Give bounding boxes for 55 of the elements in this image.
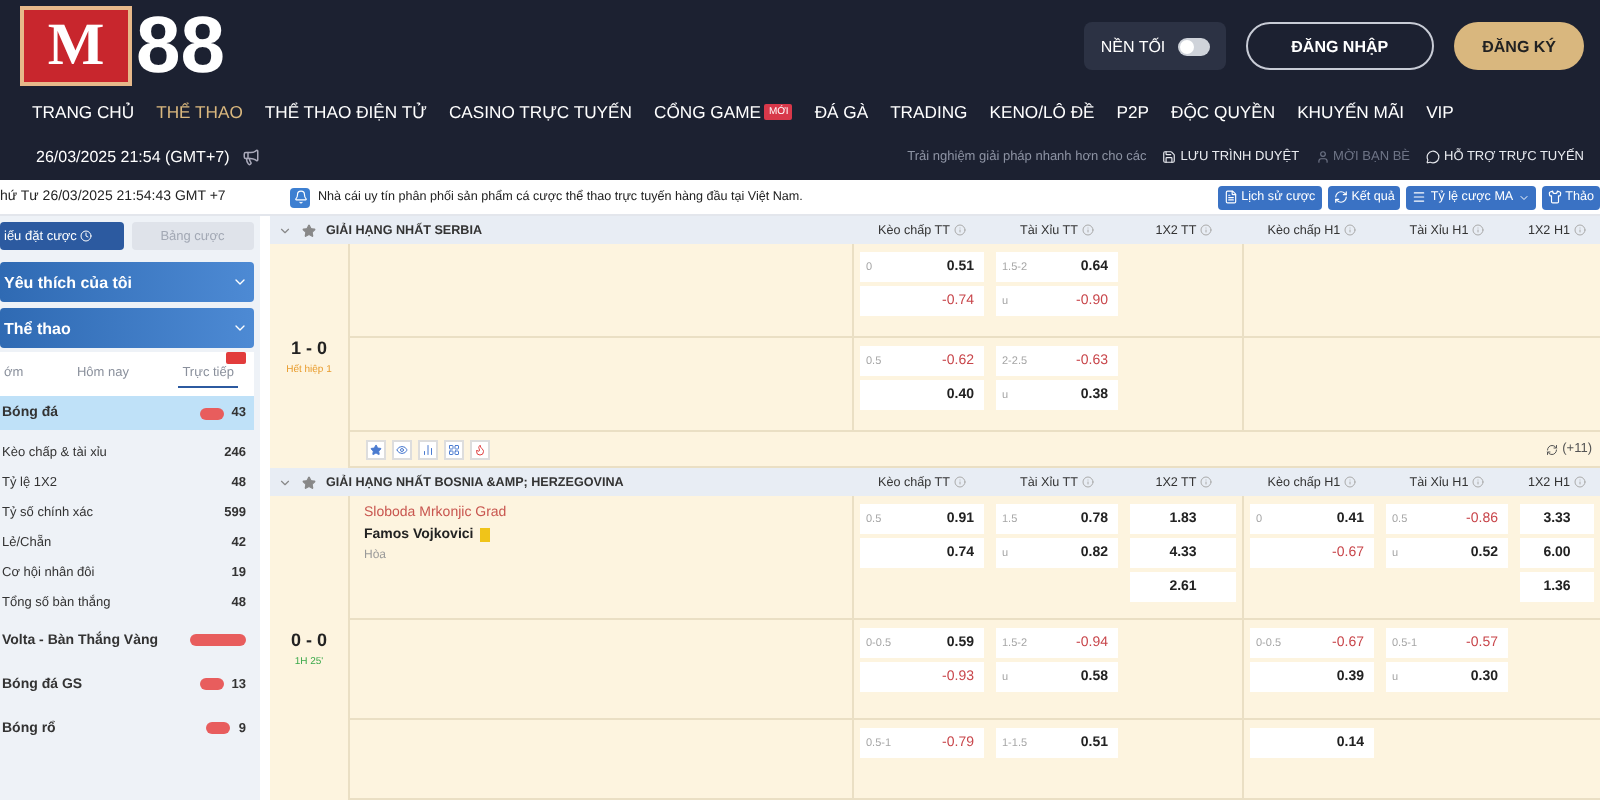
nav-link[interactable]: ĐỘC QUYỀN: [1171, 102, 1276, 122]
nav-link[interactable]: THỂ THAO: [156, 102, 243, 122]
info-icon: [1200, 224, 1213, 236]
info-icon: [1574, 476, 1586, 488]
info-icon: [1200, 476, 1213, 488]
info-icon: [1081, 476, 1094, 488]
date-time: 26/03/2025 21:54 (GMT+7): [36, 147, 230, 165]
nav-link[interactable]: VIP: [1426, 102, 1454, 122]
chevron-icon: [278, 223, 292, 237]
match-score: 0 - 0: [290, 629, 327, 649]
info-icon: [1344, 476, 1357, 488]
nav-link[interactable]: KHUYẾN MÃI: [1297, 102, 1405, 122]
bell-icon: [290, 187, 310, 207]
user-icon: [1315, 149, 1330, 163]
shirt-icon: [1547, 190, 1562, 204]
count-badge: [225, 352, 246, 364]
eye-icon[interactable]: [392, 439, 412, 459]
star-icon: [302, 223, 316, 237]
info-icon: [953, 476, 966, 488]
caret-icon: [1517, 191, 1530, 203]
flame-icon[interactable]: [470, 439, 490, 459]
nav-link[interactable]: THỂ THAO ĐIỆN TỬ: [264, 102, 427, 122]
refresh-icon: [1333, 190, 1348, 204]
nav-link[interactable]: KENO/LÔ ĐỀ: [989, 102, 1095, 122]
refresh-icon: [1546, 443, 1559, 455]
nav-link[interactable]: TRANG CHỦ: [32, 102, 135, 122]
stats-icon[interactable]: [418, 439, 438, 459]
match-score: 1 - 0: [290, 337, 327, 357]
megaphone-icon: [241, 147, 260, 165]
info-icon: [953, 224, 966, 236]
star-icon[interactable]: [366, 439, 386, 459]
info-icon: [1081, 224, 1094, 236]
nav-link[interactable]: CASINO TRỰC TUYẾN: [448, 102, 632, 122]
star-icon: [302, 475, 316, 489]
nav-link[interactable]: ĐÁ GÀ: [814, 102, 869, 122]
grid-icon[interactable]: [444, 439, 464, 459]
register-button[interactable]: ĐĂNG KÝ: [1454, 22, 1584, 70]
document-icon: [1223, 190, 1238, 204]
chevron-icon: [232, 320, 248, 336]
section-header[interactable]: Thể thao: [0, 308, 254, 348]
info-icon: [1574, 224, 1586, 236]
chat-icon: [1426, 149, 1440, 163]
info-icon: [1344, 224, 1357, 236]
nav-link[interactable]: P2P: [1116, 102, 1150, 122]
info-icon: [1472, 224, 1485, 236]
save-icon: [1162, 149, 1177, 163]
clock-icon: [80, 230, 93, 242]
section-header[interactable]: Yêu thích của tôi: [0, 262, 254, 302]
chevron-icon: [232, 274, 248, 290]
info-icon: [1472, 476, 1485, 488]
login-button[interactable]: ĐĂNG NHẬP: [1245, 22, 1435, 70]
dark-mode-toggle[interactable]: NỀN TỐI: [1084, 22, 1226, 70]
menu-icon: [1412, 190, 1427, 204]
nav-link[interactable]: TRADING: [890, 102, 968, 122]
chevron-icon: [278, 475, 292, 489]
